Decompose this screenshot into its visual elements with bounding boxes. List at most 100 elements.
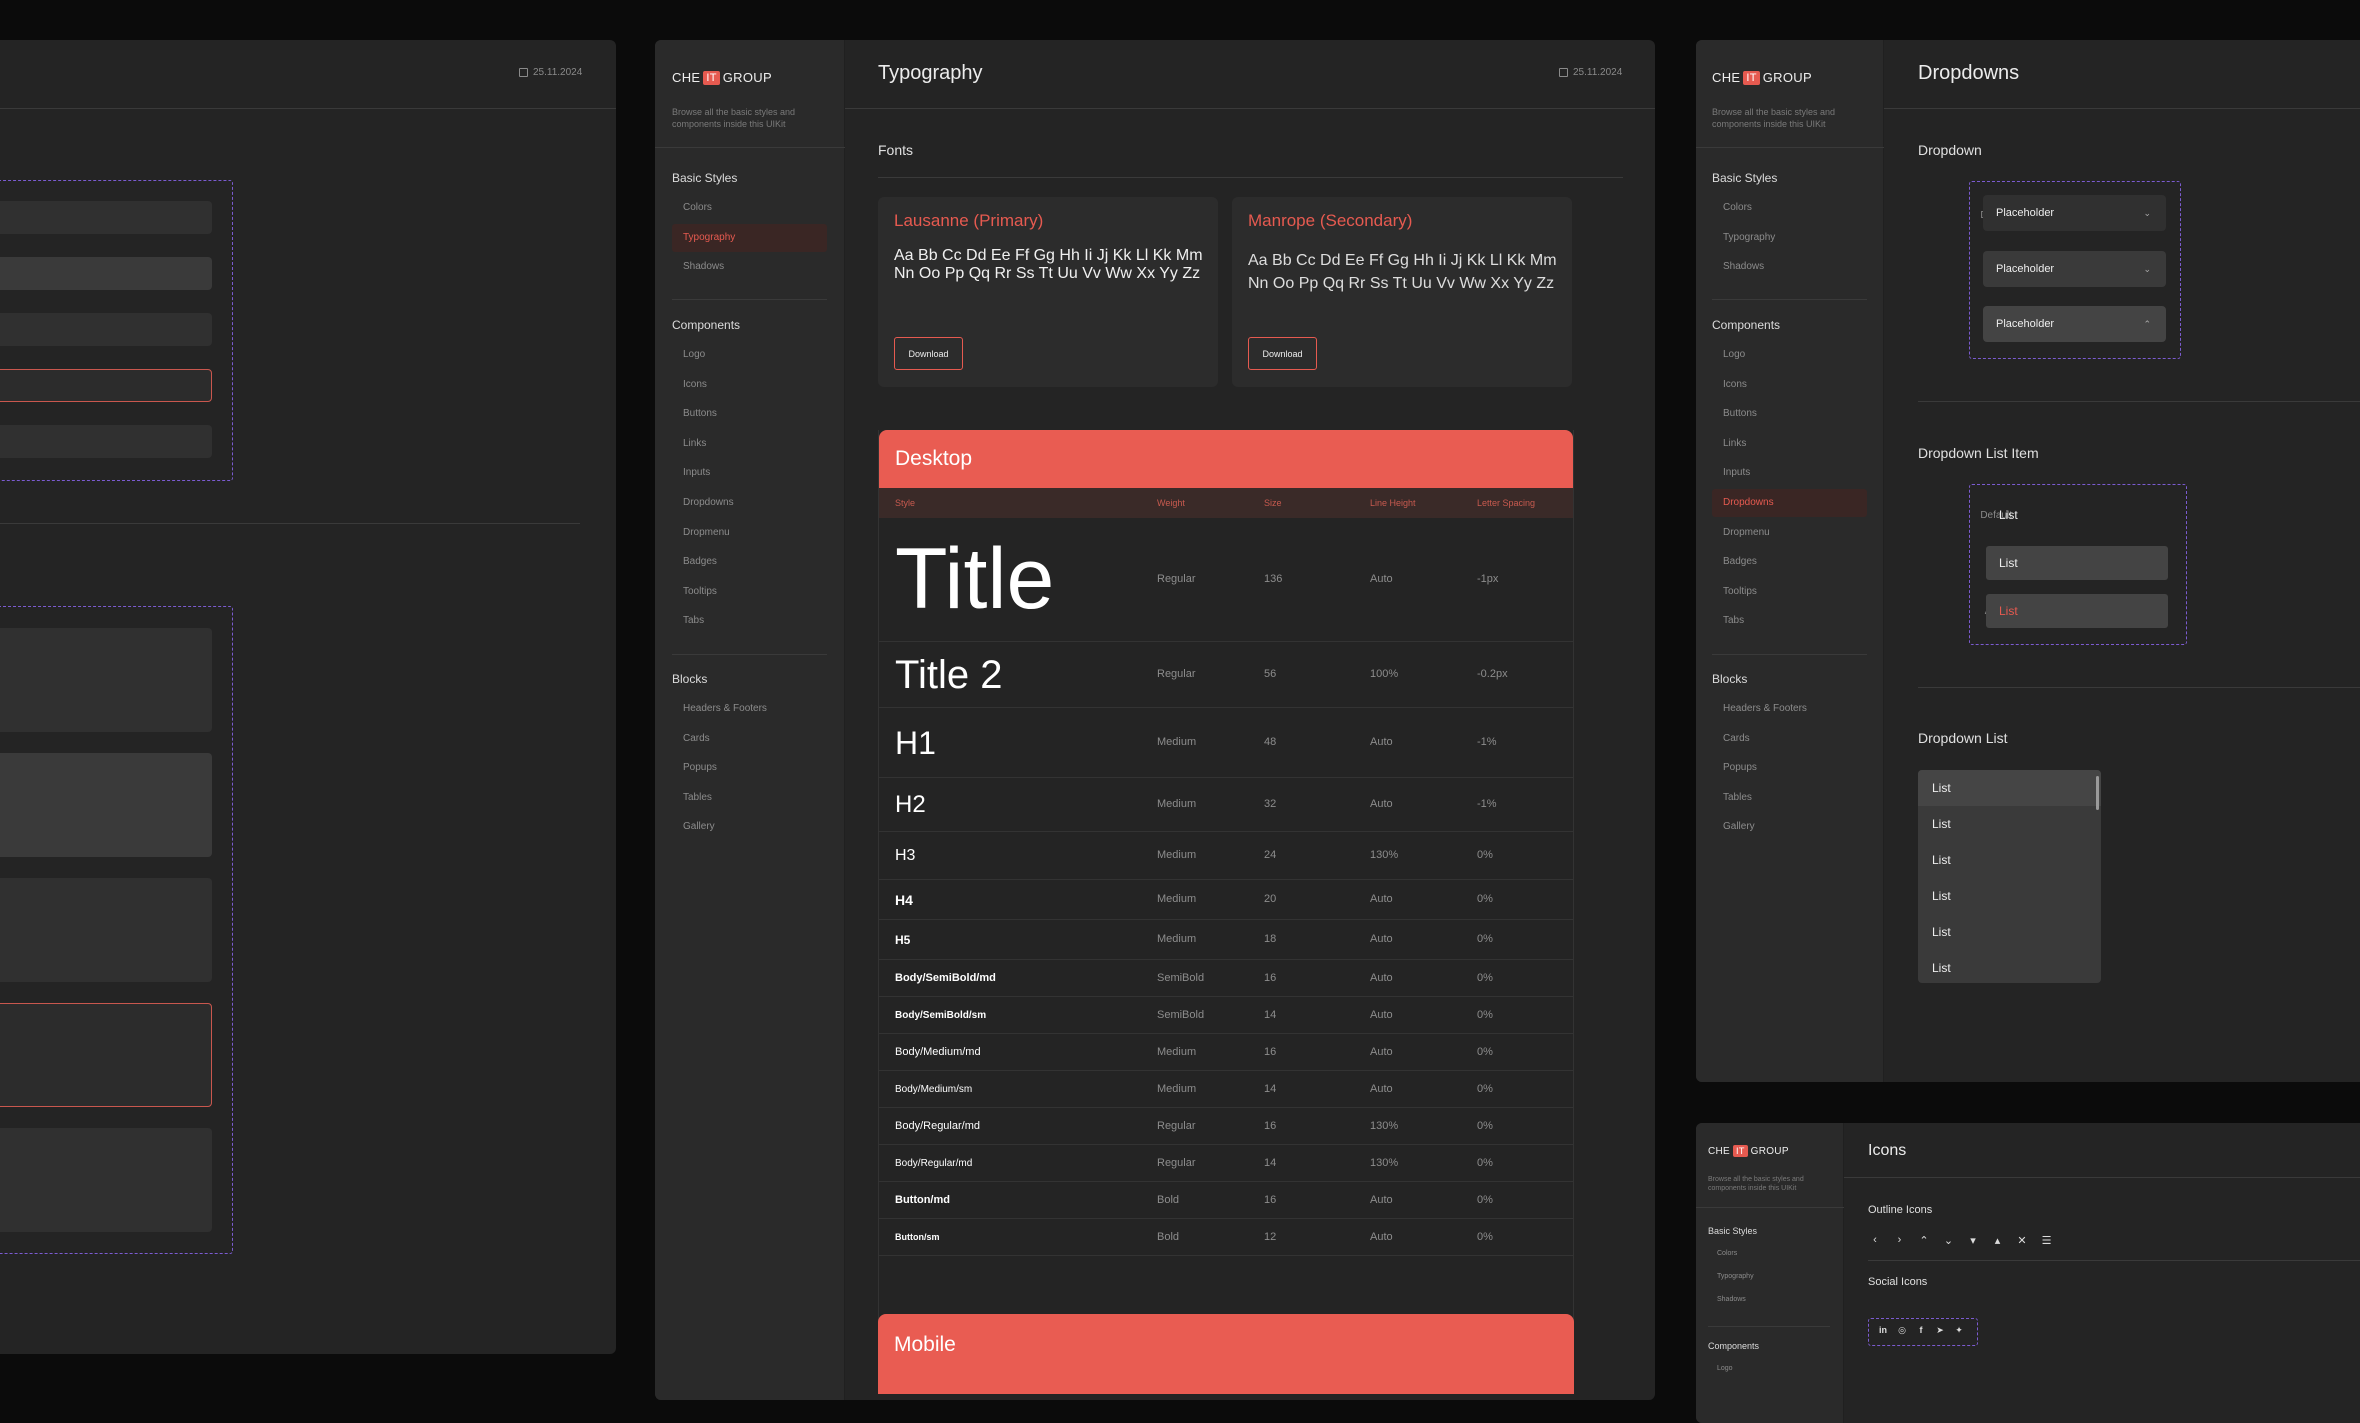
cell-style: H2: [895, 790, 926, 818]
sidebar-item-popups[interactable]: Popups: [1723, 762, 1757, 773]
group-basic-styles: Basic Styles: [672, 171, 738, 185]
textarea[interactable]: [0, 753, 212, 857]
download-button[interactable]: Download: [1248, 337, 1317, 370]
sidebar-item-badges[interactable]: Badges: [683, 556, 717, 567]
cell-style: H3: [895, 847, 916, 865]
sidebar-item-headers-footers[interactable]: Headers & Footers: [1723, 703, 1807, 714]
caret-up-icon[interactable]: ▴: [1991, 1234, 2005, 1247]
sidebar-item-headers-footers[interactable]: Headers & Footers: [683, 703, 767, 714]
twitter-icon[interactable]: ✦: [1952, 1325, 1966, 1336]
list-option[interactable]: List: [1918, 950, 2101, 983]
cell-style: Title: [895, 531, 1055, 628]
logo[interactable]: CHE IT GROUP: [672, 70, 772, 85]
dropdown-default[interactable]: Placeholder ⌄: [1983, 195, 2166, 231]
sidebar-item-colors[interactable]: Colors: [683, 202, 712, 213]
cell-size: 20: [1264, 893, 1277, 906]
table-row: Body/Regular/md Regular 16 130% 0%: [879, 1108, 1573, 1145]
textarea[interactable]: [0, 628, 212, 732]
sidebar-item-icons[interactable]: Icons: [1723, 379, 1747, 390]
scrollbar[interactable]: [2096, 776, 2099, 810]
textarea[interactable]: [0, 1128, 212, 1232]
table-row: Body/Medium/sm Medium 14 Auto 0%: [879, 1071, 1573, 1108]
sidebar-item-gallery[interactable]: Gallery: [683, 821, 715, 832]
list-item-active[interactable]: List: [1986, 594, 2168, 628]
sidebar-item-colors[interactable]: Colors: [1723, 202, 1752, 213]
sidebar-item-icons[interactable]: Icons: [683, 379, 707, 390]
list-item-hover[interactable]: List: [1986, 546, 2168, 580]
sidebar-item-cards[interactable]: Cards: [1723, 733, 1750, 744]
list-option[interactable]: List: [1918, 806, 2101, 842]
chevron-left-icon[interactable]: ‹: [1868, 1234, 1882, 1246]
group-components: Components: [672, 318, 741, 332]
table-header: Desktop: [879, 430, 1573, 488]
sidebar-item-dropmenu[interactable]: Dropmenu: [683, 527, 730, 538]
sidebar-item-colors[interactable]: Colors: [1717, 1250, 1737, 1257]
chevron-up-icon[interactable]: ⌃: [1917, 1234, 1931, 1247]
sidebar-item-logo[interactable]: Logo: [1723, 349, 1745, 360]
facebook-icon[interactable]: f: [1914, 1325, 1928, 1335]
list-option[interactable]: List: [1918, 914, 2101, 950]
sidebar-item-tables[interactable]: Tables: [1723, 792, 1752, 803]
list-option[interactable]: List: [1918, 878, 2101, 914]
sidebar-item-logo[interactable]: Logo: [1717, 1365, 1733, 1372]
sidebar-item-tables[interactable]: Tables: [683, 792, 712, 803]
download-button[interactable]: Download: [894, 337, 963, 370]
sidebar-item-dropmenu[interactable]: Dropmenu: [1723, 527, 1770, 538]
input-field[interactable]: [0, 201, 212, 234]
sidebar-item-shadows[interactable]: Shadows: [1717, 1296, 1746, 1303]
sidebar-item-typography[interactable]: Typography: [1723, 232, 1775, 243]
sidebar-item-shadows[interactable]: Shadows: [683, 261, 724, 272]
cell-weight: Bold: [1157, 1230, 1180, 1243]
textarea-error[interactable]: [0, 1003, 212, 1107]
sidebar-item-buttons[interactable]: Buttons: [683, 408, 717, 419]
input-field[interactable]: [0, 425, 212, 458]
list-option[interactable]: List: [1918, 842, 2101, 878]
menu-icon[interactable]: ☰: [2040, 1234, 2054, 1247]
sidebar-item-shadows[interactable]: Shadows: [1723, 261, 1764, 272]
sidebar-item-dropdowns[interactable]: Dropdowns: [1712, 489, 1867, 517]
sidebar: CHE IT GROUP Browse all the basic styles a…: [1696, 1123, 1844, 1423]
logo[interactable]: CHE IT GROUP: [1708, 1145, 1789, 1157]
divider: [672, 299, 827, 300]
divider: [1918, 687, 2360, 688]
sidebar-item-inputs[interactable]: Inputs: [683, 467, 710, 478]
list-option[interactable]: List: [1918, 770, 2101, 806]
table-row: Button/md Bold 16 Auto 0%: [879, 1182, 1573, 1219]
sidebar-item-tabs[interactable]: Tabs: [1723, 615, 1744, 626]
sidebar: CHE IT GROUP Browse all the basic styles a…: [655, 40, 845, 1400]
telegram-icon[interactable]: ➤: [1933, 1325, 1947, 1336]
caret-down-icon[interactable]: ▾: [1966, 1234, 1980, 1247]
sidebar-item-cards[interactable]: Cards: [683, 733, 710, 744]
sidebar-item-links[interactable]: Links: [683, 438, 706, 449]
chevron-right-icon[interactable]: ›: [1893, 1234, 1907, 1246]
close-icon[interactable]: ✕: [2015, 1234, 2029, 1247]
textarea[interactable]: [0, 878, 212, 982]
sidebar-item-tooltips[interactable]: Tooltips: [683, 586, 717, 597]
sidebar-item-badges[interactable]: Badges: [1723, 556, 1757, 567]
sidebar-item-typography[interactable]: Typography: [672, 224, 827, 252]
logo[interactable]: CHE IT GROUP: [1712, 70, 1812, 85]
sidebar-item-buttons[interactable]: Buttons: [1723, 408, 1757, 419]
sidebar-item-dropdowns[interactable]: Dropdowns: [683, 497, 734, 508]
sidebar-item-typography[interactable]: Typography: [1717, 1273, 1754, 1280]
dropdown-hover[interactable]: Placeholder ⌄: [1983, 251, 2166, 287]
input-field[interactable]: [0, 257, 212, 290]
sidebar-item-logo[interactable]: Logo: [683, 349, 705, 360]
sidebar-item-popups[interactable]: Popups: [683, 762, 717, 773]
sidebar-item-tabs[interactable]: Tabs: [683, 615, 704, 626]
input-field[interactable]: [0, 313, 212, 346]
sidebar-item-tooltips[interactable]: Tooltips: [1723, 586, 1757, 597]
list-item-default[interactable]: List: [1986, 498, 2168, 532]
cell-size: 16: [1264, 1119, 1277, 1132]
sidebar-item-links[interactable]: Links: [1723, 438, 1746, 449]
dropdown-active[interactable]: Placeholder ⌃: [1983, 306, 2166, 342]
instagram-icon[interactable]: ◎: [1895, 1325, 1909, 1336]
sidebar-item-inputs[interactable]: Inputs: [1723, 467, 1750, 478]
linkedin-icon[interactable]: in: [1876, 1325, 1890, 1335]
table-row: Button/sm Bold 12 Auto 0%: [879, 1219, 1573, 1256]
divider: [1868, 1260, 2360, 1261]
sidebar-item-gallery[interactable]: Gallery: [1723, 821, 1755, 832]
cell-weight: Regular: [1157, 1156, 1196, 1169]
chevron-down-icon[interactable]: ⌄: [1942, 1234, 1956, 1247]
input-field-error[interactable]: [0, 369, 212, 402]
